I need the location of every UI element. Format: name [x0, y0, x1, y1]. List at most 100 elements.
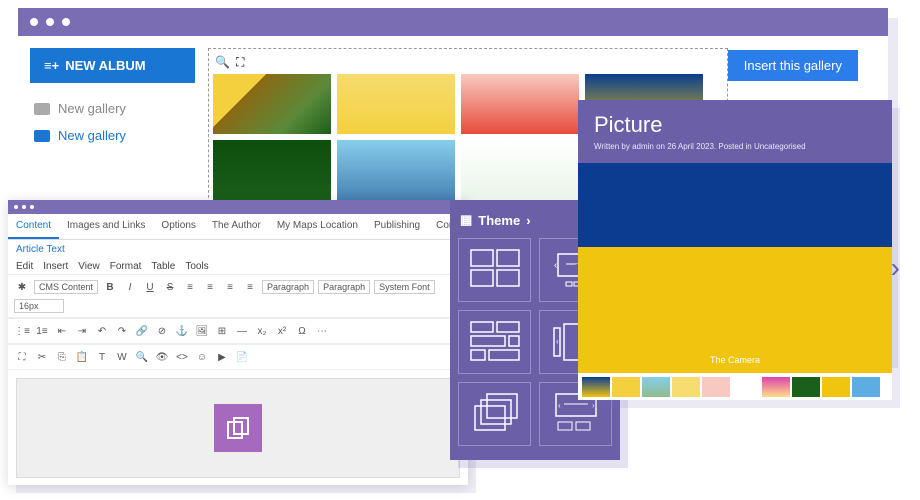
- pic-thumb[interactable]: [702, 377, 730, 397]
- svg-text:‹: ‹: [556, 337, 559, 346]
- new-album-label: NEW ALBUM: [65, 58, 145, 73]
- next-arrow-icon[interactable]: ›: [891, 252, 900, 284]
- theme-masonry-layout[interactable]: [458, 310, 531, 374]
- cms-content-select[interactable]: CMS Content: [34, 280, 98, 294]
- unlink-icon[interactable]: ⊘: [154, 323, 170, 339]
- folder-item-active[interactable]: New gallery: [30, 122, 195, 149]
- sidebar: ≡+ NEW ALBUM New gallery New gallery: [30, 48, 195, 149]
- menu-format[interactable]: Format: [110, 261, 142, 272]
- emoji-icon[interactable]: ☺: [194, 349, 210, 365]
- tab-content[interactable]: Content: [8, 214, 59, 239]
- thumbnail[interactable]: [213, 140, 331, 200]
- pic-thumb[interactable]: [732, 377, 760, 397]
- pic-thumb[interactable]: [792, 377, 820, 397]
- media-icon[interactable]: ▶: [214, 349, 230, 365]
- align-justify-icon[interactable]: ≡: [242, 279, 258, 295]
- plus-list-icon: ≡+: [44, 58, 59, 73]
- indent-icon[interactable]: ⇥: [74, 323, 90, 339]
- article-editor: Content Images and Links Options The Aut…: [8, 200, 468, 485]
- paste-icon[interactable]: 📋: [74, 349, 90, 365]
- gallery-widget-placeholder[interactable]: [214, 404, 262, 452]
- picture-header: Picture Written by admin on 26 April 202…: [578, 100, 892, 163]
- menu-table[interactable]: Table: [151, 261, 175, 272]
- pic-thumb[interactable]: [612, 377, 640, 397]
- thumbnail[interactable]: [213, 74, 331, 134]
- tab-publishing[interactable]: Publishing: [366, 214, 428, 239]
- code-icon[interactable]: <>: [174, 349, 190, 365]
- pic-thumb[interactable]: [762, 377, 790, 397]
- char-icon[interactable]: Ω: [294, 323, 310, 339]
- find-icon[interactable]: 🔍: [134, 349, 150, 365]
- size-select[interactable]: 16px: [14, 299, 64, 313]
- menu-insert[interactable]: Insert: [43, 261, 68, 272]
- pic-thumb[interactable]: [642, 377, 670, 397]
- menu-view[interactable]: View: [78, 261, 100, 272]
- preview-icon[interactable]: 👁: [154, 349, 170, 365]
- photos-icon: [224, 414, 252, 442]
- link-icon[interactable]: 🔗: [134, 323, 150, 339]
- tab-author[interactable]: The Author: [204, 214, 269, 239]
- sup-icon[interactable]: x²: [274, 323, 290, 339]
- editor-canvas[interactable]: [16, 378, 460, 478]
- toolbar-row-2: ⋮≡ 1≡ ⇤ ⇥ ↶ ↷ 🔗 ⊘ ⚓ 🖼 ⊞ — x₂ x² Ω ⋯: [8, 318, 468, 344]
- menu-edit[interactable]: Edit: [16, 261, 33, 272]
- font-select[interactable]: System Font: [374, 280, 435, 294]
- cut-icon[interactable]: ✂: [34, 349, 50, 365]
- anchor-icon[interactable]: ⚓: [174, 323, 190, 339]
- picture-main-image[interactable]: ‹ › The Camera: [578, 163, 892, 373]
- tab-images[interactable]: Images and Links: [59, 214, 153, 239]
- pic-thumb[interactable]: [822, 377, 850, 397]
- image-icon[interactable]: 🖼: [194, 323, 210, 339]
- toolbar-row-3: ⛶ ✂ ⎘ 📋 T W 🔍 👁 <> ☺ ▶ 📄: [8, 344, 468, 370]
- svg-text:‹: ‹: [554, 260, 557, 271]
- theme-grid-layout[interactable]: [458, 238, 531, 302]
- thumbnail[interactable]: [461, 74, 579, 134]
- sub-icon[interactable]: x₂: [254, 323, 270, 339]
- style-select[interactable]: Paragraph: [318, 280, 370, 294]
- paste-text-icon[interactable]: T: [94, 349, 110, 365]
- redo-icon[interactable]: ↷: [114, 323, 130, 339]
- strike-icon[interactable]: S: [162, 279, 178, 295]
- table-icon[interactable]: ⊞: [214, 323, 230, 339]
- search-icon[interactable]: 🔍: [215, 55, 230, 70]
- list-ul-icon[interactable]: ⋮≡: [14, 323, 30, 339]
- joomla-icon[interactable]: ✱: [14, 279, 30, 295]
- chevron-right-icon: ›: [526, 213, 530, 228]
- word-icon[interactable]: W: [114, 349, 130, 365]
- pic-thumb[interactable]: [582, 377, 610, 397]
- folder-label: New gallery: [58, 128, 126, 143]
- fullscreen-icon[interactable]: ⛶: [14, 349, 30, 365]
- pic-thumb[interactable]: [672, 377, 700, 397]
- theme-stack-layout[interactable]: [458, 382, 531, 446]
- list-ol-icon[interactable]: 1≡: [34, 323, 50, 339]
- tab-options[interactable]: Options: [153, 214, 203, 239]
- folder-item[interactable]: New gallery: [30, 95, 195, 122]
- align-center-icon[interactable]: ≡: [202, 279, 218, 295]
- window-dot: [30, 18, 38, 26]
- hr-icon[interactable]: —: [234, 323, 250, 339]
- crop-icon[interactable]: ⛶: [236, 55, 244, 70]
- bold-icon[interactable]: B: [102, 279, 118, 295]
- more-icon[interactable]: ⋯: [314, 323, 330, 339]
- undo-icon[interactable]: ↶: [94, 323, 110, 339]
- outdent-icon[interactable]: ⇤: [54, 323, 70, 339]
- italic-icon[interactable]: I: [122, 279, 138, 295]
- copy-icon[interactable]: ⎘: [54, 349, 70, 365]
- thumbnail[interactable]: [337, 74, 455, 134]
- thumbnail[interactable]: [461, 140, 579, 200]
- new-album-button[interactable]: ≡+ NEW ALBUM: [30, 48, 195, 83]
- underline-icon[interactable]: U: [142, 279, 158, 295]
- svg-text:›: ›: [592, 401, 595, 410]
- align-right-icon[interactable]: ≡: [222, 279, 238, 295]
- thumbnail[interactable]: [337, 140, 455, 200]
- prev-arrow-icon[interactable]: ‹: [570, 252, 579, 284]
- menu-tools[interactable]: Tools: [185, 261, 208, 272]
- template-icon[interactable]: 📄: [234, 349, 250, 365]
- insert-gallery-button[interactable]: Insert this gallery: [728, 50, 858, 81]
- tab-maps[interactable]: My Maps Location: [269, 214, 366, 239]
- svg-text:‹: ‹: [558, 401, 561, 410]
- folder-icon: [34, 103, 50, 115]
- paragraph-select[interactable]: Paragraph: [262, 280, 314, 294]
- align-left-icon[interactable]: ≡: [182, 279, 198, 295]
- pic-thumb[interactable]: [852, 377, 880, 397]
